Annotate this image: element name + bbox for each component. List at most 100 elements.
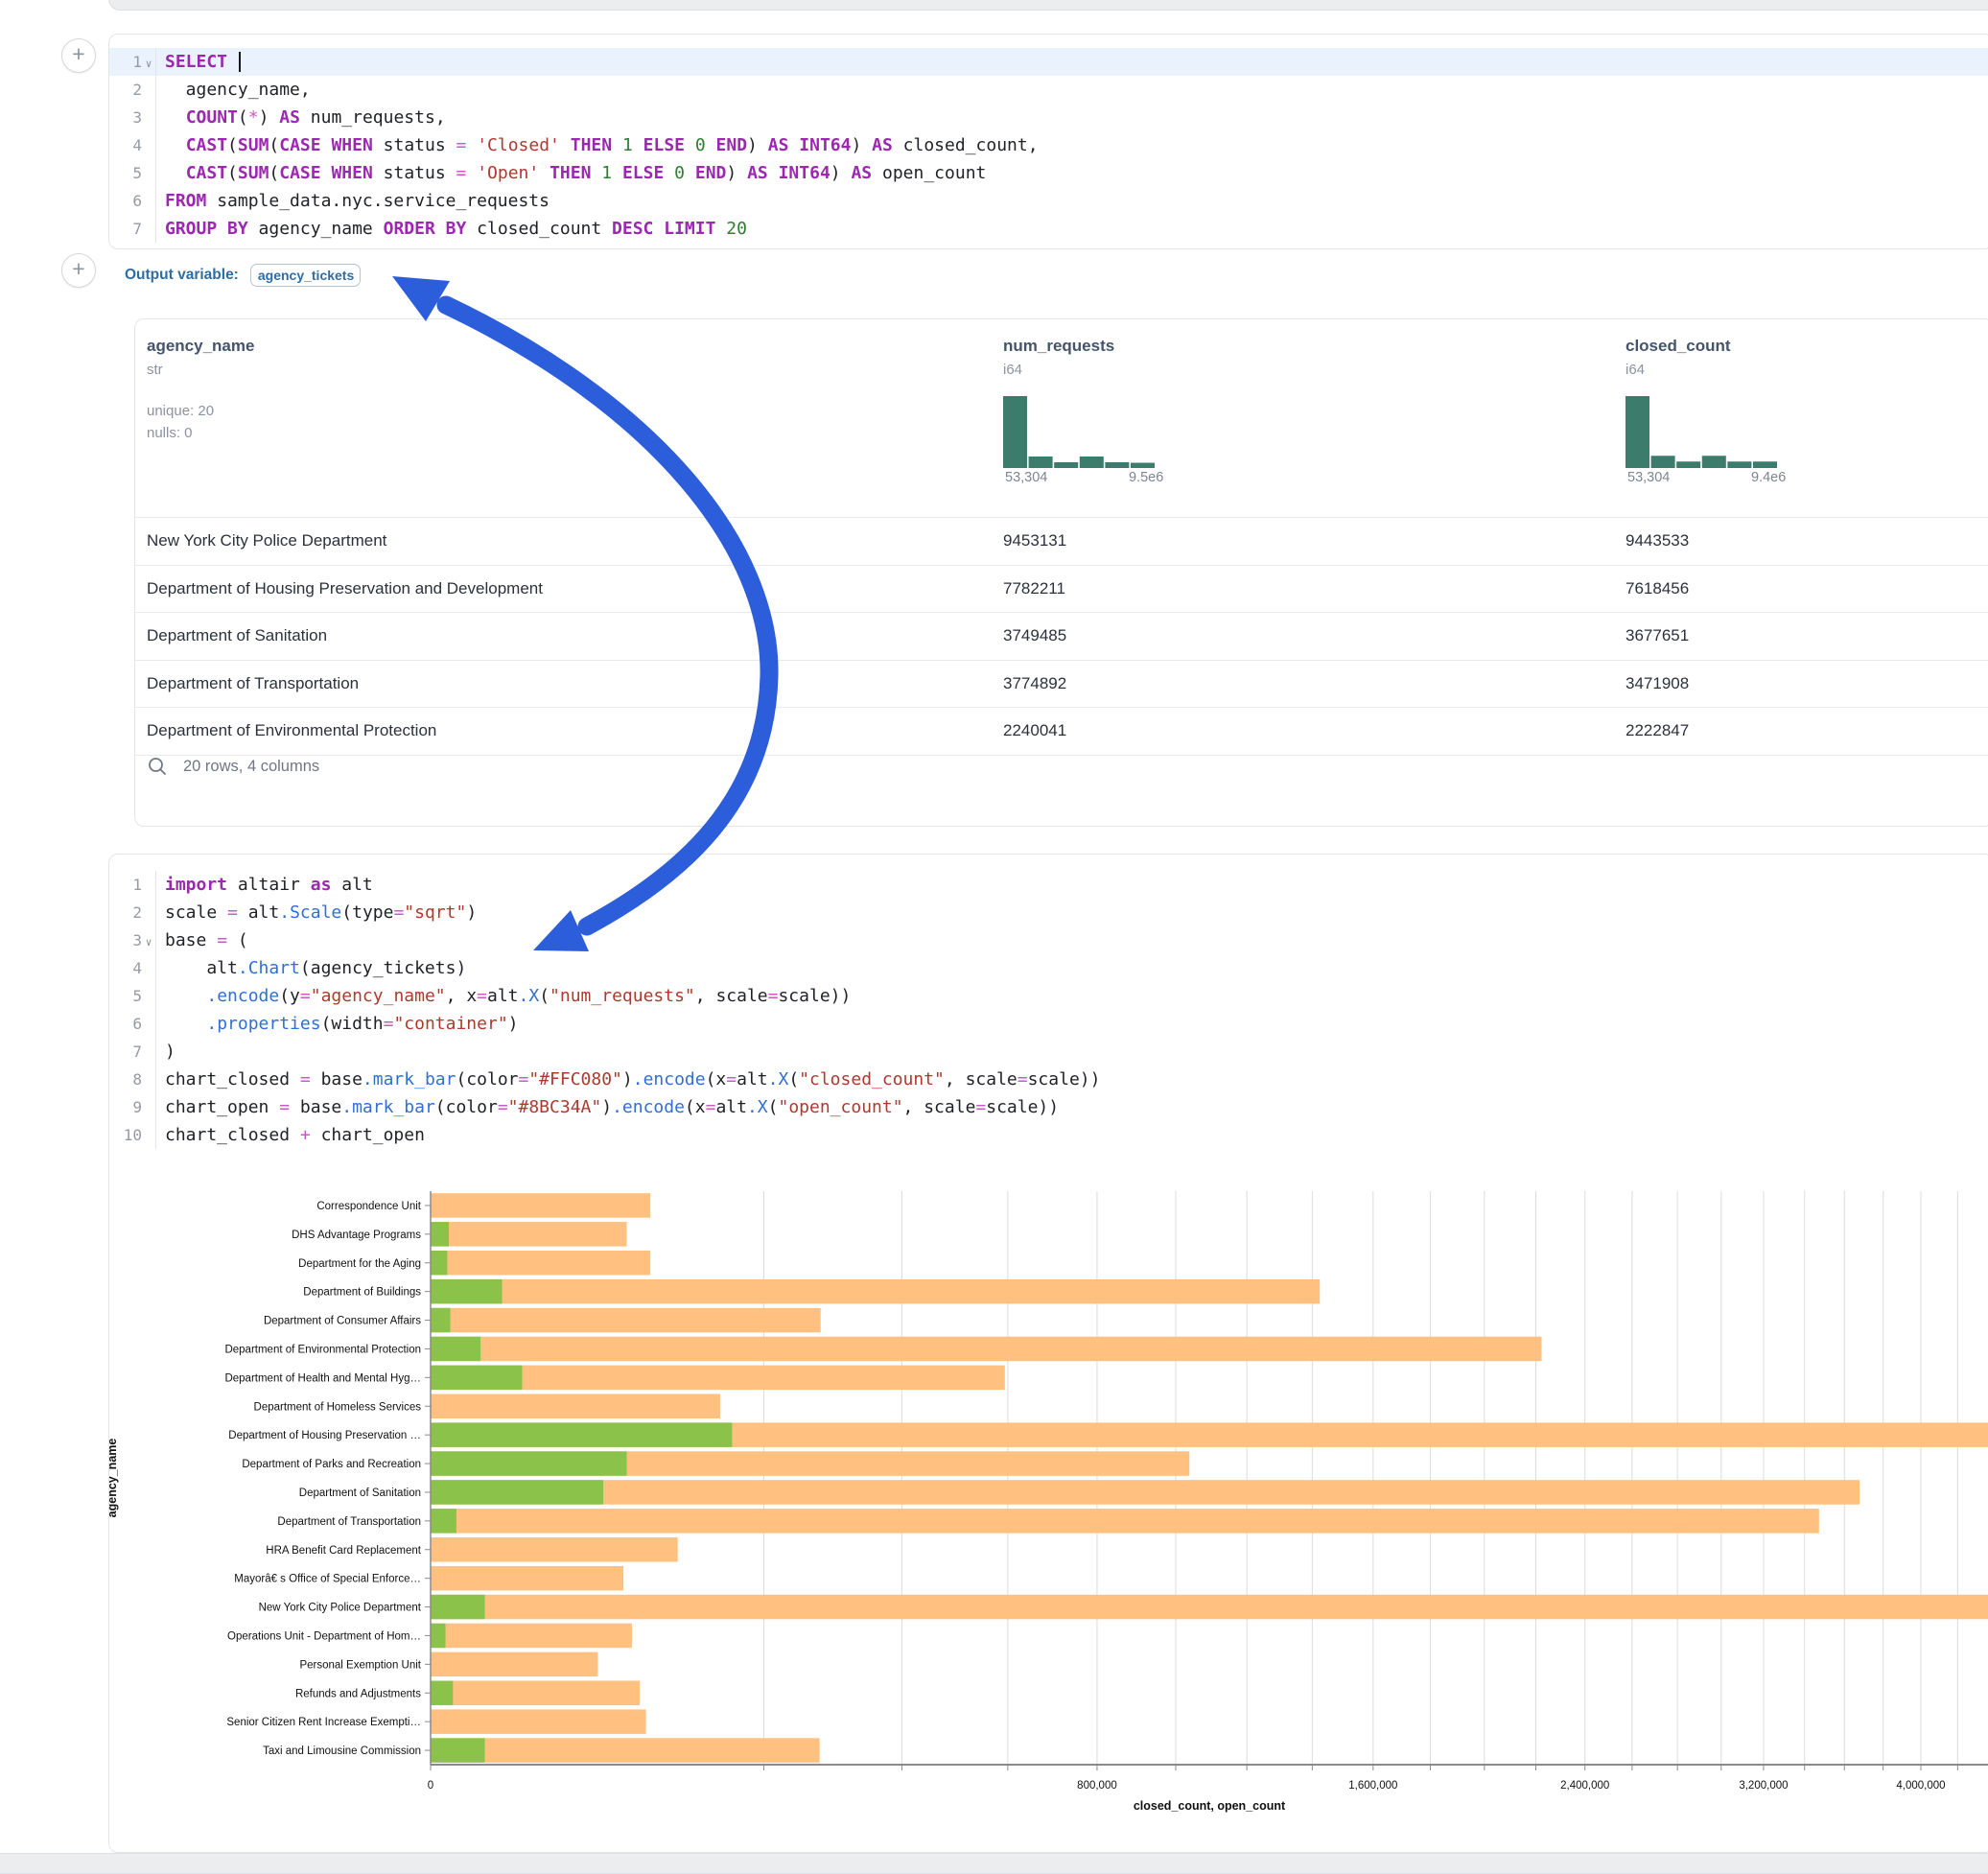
column-unique-count: unique: 20	[147, 400, 254, 422]
y-axis-category-label: HRA Benefit Card Replacement	[266, 1545, 422, 1557]
code-line: 5 .encode(y="agency_name", x=alt.X("num_…	[109, 982, 1988, 1010]
code-line: 7GROUP BY agency_name ORDER BY closed_co…	[109, 215, 1988, 243]
fold-spacer	[142, 883, 155, 887]
column-header-agency-name: agency_name str unique: 20 nulls: 0	[147, 337, 254, 444]
text-cursor	[239, 52, 241, 72]
code-line: 1import altair as alt	[109, 871, 1988, 899]
line-number: 4	[109, 136, 142, 154]
python-code-editor[interactable]: 1import altair as alt2scale = alt.Scale(…	[109, 871, 1988, 1149]
altair-bar-chart: Correspondence UnitDHS Advantage Program…	[108, 1180, 1988, 1851]
closed-count-bar	[431, 1709, 646, 1734]
closed-count-bar	[431, 1681, 640, 1706]
code-line: 5 CAST(SUM(CASE WHEN status = 'Open' THE…	[109, 159, 1988, 187]
code-line: 1∨SELECT	[109, 48, 1988, 76]
line-number: 3	[109, 931, 142, 949]
code-line: 10chart_closed + chart_open	[109, 1121, 1988, 1149]
open-count-bar	[431, 1451, 627, 1476]
y-axis-category-label: Department of Housing Preservation …	[228, 1430, 421, 1441]
line-number: 8	[109, 1070, 142, 1089]
table-row: Department of Transportation377489234719…	[135, 661, 1988, 709]
fold-chevron-down-icon[interactable]: ∨	[142, 932, 155, 949]
fold-spacer	[142, 1134, 155, 1137]
y-axis-category-label: Department of Consumer Affairs	[264, 1316, 421, 1327]
plus-icon: +	[72, 41, 84, 66]
closed-count-bar	[431, 1509, 1819, 1534]
closed-count-bar	[431, 1595, 1988, 1620]
x-axis-tick-label: 800,000	[1077, 1780, 1117, 1792]
fold-spacer	[142, 967, 155, 971]
y-axis-category-label: Department for the Aging	[298, 1258, 421, 1270]
closed-count-bar	[431, 1480, 1859, 1505]
histogram-min-label: 53,304	[1627, 470, 1670, 485]
y-axis-category-label: Department of Sanitation	[299, 1487, 421, 1499]
fold-spacer	[142, 1106, 155, 1110]
fold-spacer	[142, 995, 155, 998]
output-variable-row: Output variable: agency_tickets	[125, 261, 361, 290]
y-axis-category-label: Department of Environmental Protection	[224, 1344, 421, 1355]
column-type: str	[147, 362, 254, 378]
y-axis-category-label: Mayorâ€ s Office of Special Enforce…	[234, 1574, 421, 1585]
previous-cell-edge	[108, 0, 1988, 11]
open-count-bar	[431, 1279, 503, 1304]
fold-spacer	[142, 911, 155, 915]
fold-chevron-down-icon[interactable]: ∨	[142, 54, 155, 70]
y-axis-category-label: Department of Homeless Services	[254, 1401, 422, 1413]
fold-spacer	[142, 1050, 155, 1054]
y-axis-category-label: Operations Unit - Department of Hom…	[227, 1630, 421, 1642]
closed-count-bar	[431, 1537, 678, 1562]
num-requests-histogram	[1003, 395, 1157, 468]
fold-spacer	[142, 227, 155, 231]
plus-icon: +	[72, 256, 84, 281]
output-variable-pill[interactable]: agency_tickets	[250, 264, 361, 287]
add-cell-button-top[interactable]: +	[61, 38, 96, 73]
closed-count-bar	[431, 1251, 650, 1276]
fold-spacer	[142, 88, 155, 92]
sql-code-editor[interactable]: 1∨SELECT 2 agency_name,3 COUNT(*) AS num…	[109, 48, 1988, 243]
fold-spacer	[142, 199, 155, 203]
open-count-bar	[431, 1681, 453, 1706]
search-icon[interactable]	[147, 756, 168, 777]
closed-count-bar	[431, 1652, 597, 1677]
y-axis-category-label: New York City Police Department	[259, 1603, 422, 1614]
y-axis-category-label: Department of Buildings	[303, 1287, 421, 1299]
sql-code-cell[interactable]: 1∨SELECT 2 agency_name,3 COUNT(*) AS num…	[108, 34, 1988, 249]
line-number: 4	[109, 959, 142, 977]
line-number: 10	[109, 1126, 142, 1144]
y-axis-category-label: Department of Health and Mental Hyg…	[224, 1372, 421, 1384]
open-count-bar	[431, 1624, 446, 1649]
open-count-bar	[431, 1480, 603, 1505]
x-axis-tick-label: 2,400,000	[1560, 1780, 1609, 1792]
closed-count-bar	[431, 1193, 650, 1218]
x-axis-title: closed_count, open_count	[1134, 1799, 1286, 1813]
add-cell-button-middle[interactable]: +	[61, 253, 96, 288]
open-count-bar	[431, 1222, 449, 1247]
y-axis-category-label: Department of Parks and Recreation	[242, 1459, 421, 1470]
line-number: 5	[109, 987, 142, 1005]
code-line: 7)	[109, 1038, 1988, 1066]
fold-spacer	[142, 172, 155, 176]
row-count-text: 20 rows, 4 columns	[183, 758, 319, 776]
fold-spacer	[142, 1078, 155, 1082]
open-count-bar	[431, 1509, 456, 1534]
code-line: 3 COUNT(*) AS num_requests,	[109, 104, 1988, 131]
y-axis-category-label: Department of Transportation	[277, 1516, 421, 1528]
y-axis-category-label: Taxi and Limousine Commission	[263, 1745, 421, 1757]
closed-count-histogram	[1625, 395, 1779, 468]
line-number: 5	[109, 164, 142, 182]
open-count-bar	[431, 1337, 480, 1362]
column-type: i64	[1003, 362, 1204, 378]
closed-count-bar	[431, 1308, 821, 1333]
fold-spacer	[142, 144, 155, 148]
column-type: i64	[1625, 362, 1827, 378]
y-axis-category-label: Correspondence Unit	[316, 1201, 421, 1212]
line-number: 1	[109, 876, 142, 894]
closed-count-bar	[431, 1624, 632, 1649]
line-number: 6	[109, 192, 142, 210]
line-number: 2	[109, 903, 142, 922]
code-line: 4 CAST(SUM(CASE WHEN status = 'Closed' T…	[109, 131, 1988, 159]
closed-count-bar	[431, 1738, 820, 1763]
next-cell-edge	[0, 1853, 1988, 1874]
line-number: 3	[109, 108, 142, 127]
fold-spacer	[142, 116, 155, 120]
dataframe-preview: agency_name str unique: 20 nulls: 0 num_…	[134, 318, 1988, 827]
